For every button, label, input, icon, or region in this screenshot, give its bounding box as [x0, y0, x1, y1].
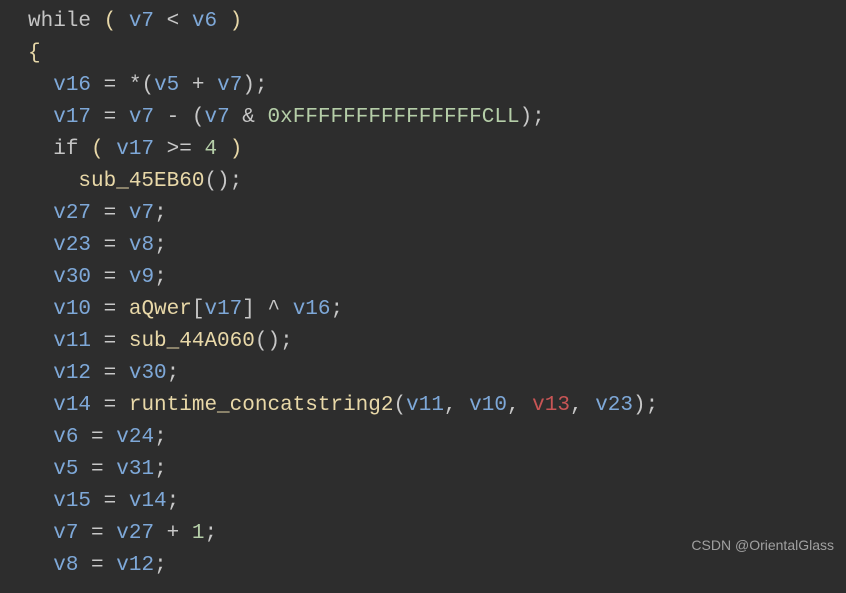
code-block: v9 = 0LL; while ( v7 < v6 ) { v16 = *(v5…	[0, 0, 846, 582]
keyword-while: while	[28, 10, 91, 33]
var-error: v13	[532, 394, 570, 417]
watermark-text: CSDN @OrientalGlass	[691, 529, 834, 561]
function-call: sub_45EB60	[78, 170, 204, 193]
var: v9	[28, 0, 53, 1]
keyword-if: if	[53, 138, 78, 161]
